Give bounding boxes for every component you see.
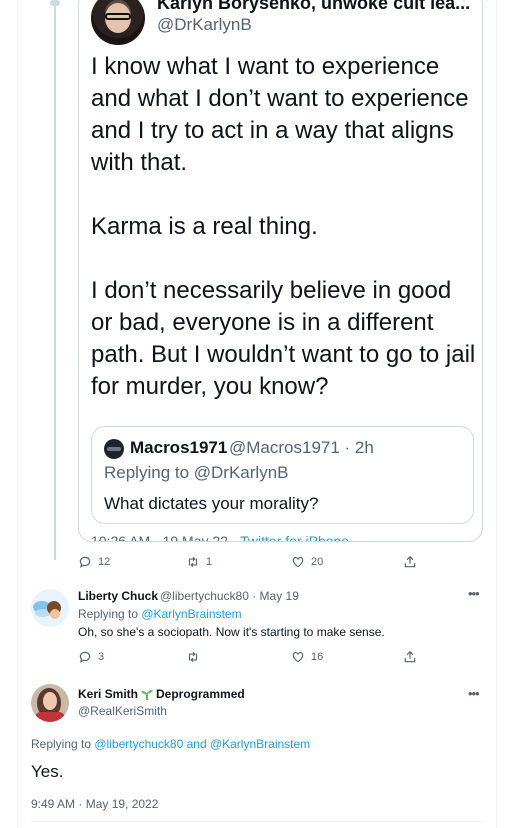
share-icon <box>404 650 416 663</box>
quoted-author-name: Macros1971 <box>130 438 228 457</box>
reply-count: 12 <box>98 556 111 568</box>
replying-to-label: Replying to <box>78 607 142 621</box>
retweet-button[interactable] <box>186 650 206 664</box>
retweet-button[interactable]: 1 <box>186 555 212 569</box>
main-author-handle: @RealKeriSmith <box>78 704 167 718</box>
replying-to-link[interactable]: @libertychuck80 and @KarlynBrainstem <box>94 737 310 751</box>
share-button[interactable] <box>403 555 417 569</box>
embedded-paragraph: Karma is a real thing. <box>91 213 318 240</box>
embedded-author-handle: @DrKarlynB <box>157 15 252 34</box>
reply-replying-to: Replying to @KarlynBrainstem <box>78 607 242 621</box>
retweet-count: 1 <box>206 556 213 568</box>
heart-icon <box>292 652 304 663</box>
tweet-thread-page: Karlyn Borysenko, unwoke cult lea... @Dr… <box>0 0 519 828</box>
share-button[interactable] <box>403 650 417 664</box>
main-tweet-text: Yes. <box>31 762 64 781</box>
replying-to-label: Replying to <box>31 737 95 751</box>
embedded-timestamp: 10:26 AM · 19 May 22 · <box>91 533 241 542</box>
column-border-right <box>496 0 497 828</box>
quoted-tweet: Macros1971 @Macros1971 · 2h Replying to … <box>91 426 474 524</box>
retweet-icon <box>188 556 198 568</box>
reply-button[interactable]: 3 <box>78 650 104 664</box>
quoted-author-meta: @Macros1971 · 2h <box>229 438 374 457</box>
sprout-icon <box>141 690 154 700</box>
thread-connector-line <box>54 0 56 560</box>
main-author-first: Keri Smith <box>78 687 139 701</box>
reply-icon <box>79 556 91 568</box>
like-count: 20 <box>311 556 324 568</box>
avatar[interactable] <box>31 589 69 627</box>
embed-action-bar: 12 1 20 <box>78 555 418 571</box>
reply-author-meta: @libertychuck80 · May 19 <box>160 589 299 603</box>
main-replying-to: Replying to @libertychuck80 and @KarlynB… <box>31 737 310 751</box>
more-icon[interactable]: ••• <box>468 686 480 701</box>
embedded-tweet-image[interactable]: Karlyn Borysenko, unwoke cult lea... @Dr… <box>78 0 483 542</box>
retweet-icon <box>188 651 198 663</box>
quoted-tweet-text: What dictates your morality? <box>104 494 319 513</box>
embedded-source-link: Twitter for iPhone <box>240 533 350 542</box>
quoted-author-avatar <box>104 439 124 459</box>
reply-count: 3 <box>98 651 105 663</box>
reply-icon <box>79 651 91 663</box>
reply-tweet-text: Oh, so she's a sociopath. Now it's start… <box>78 625 385 639</box>
main-tweet-timestamp[interactable]: 9:49 AM · May 19, 2022 <box>31 797 158 811</box>
embedded-author-avatar <box>91 0 145 45</box>
reply-action-bar: 3 16 <box>78 650 418 666</box>
divider <box>31 821 483 822</box>
reply-button[interactable]: 12 <box>78 555 110 569</box>
embedded-author-name: Karlyn Borysenko, unwoke cult lea... <box>157 0 471 13</box>
embedded-tweet-body: I know what I want to experience and wha… <box>91 51 479 403</box>
like-button[interactable]: 16 <box>291 650 323 664</box>
column-border-left <box>17 0 18 828</box>
replying-to-link[interactable]: @KarlynBrainstem <box>141 607 241 621</box>
main-author-suffix: Deprogrammed <box>156 687 245 701</box>
share-icon <box>404 555 416 568</box>
more-icon[interactable]: ••• <box>468 586 480 601</box>
heart-icon <box>292 557 304 568</box>
embedded-timestamp-cutoff: 10:26 AM · 19 May 22 · Twitter for iPhon… <box>91 533 350 542</box>
avatar[interactable] <box>31 684 69 722</box>
main-author-name[interactable]: Keri Smith Deprogrammed <box>78 687 245 701</box>
quoted-replying-to: Replying to @DrKarlynB <box>104 463 289 482</box>
like-count: 16 <box>311 651 324 663</box>
reply-author-name[interactable]: Liberty Chuck <box>78 589 158 603</box>
embedded-paragraph: I know what I want to experience and wha… <box>91 53 469 176</box>
embedded-paragraph: I don’t necessarily believe in good or b… <box>91 277 476 400</box>
more-icon: ⋮ <box>457 0 471 13</box>
like-button[interactable]: 20 <box>291 555 323 569</box>
